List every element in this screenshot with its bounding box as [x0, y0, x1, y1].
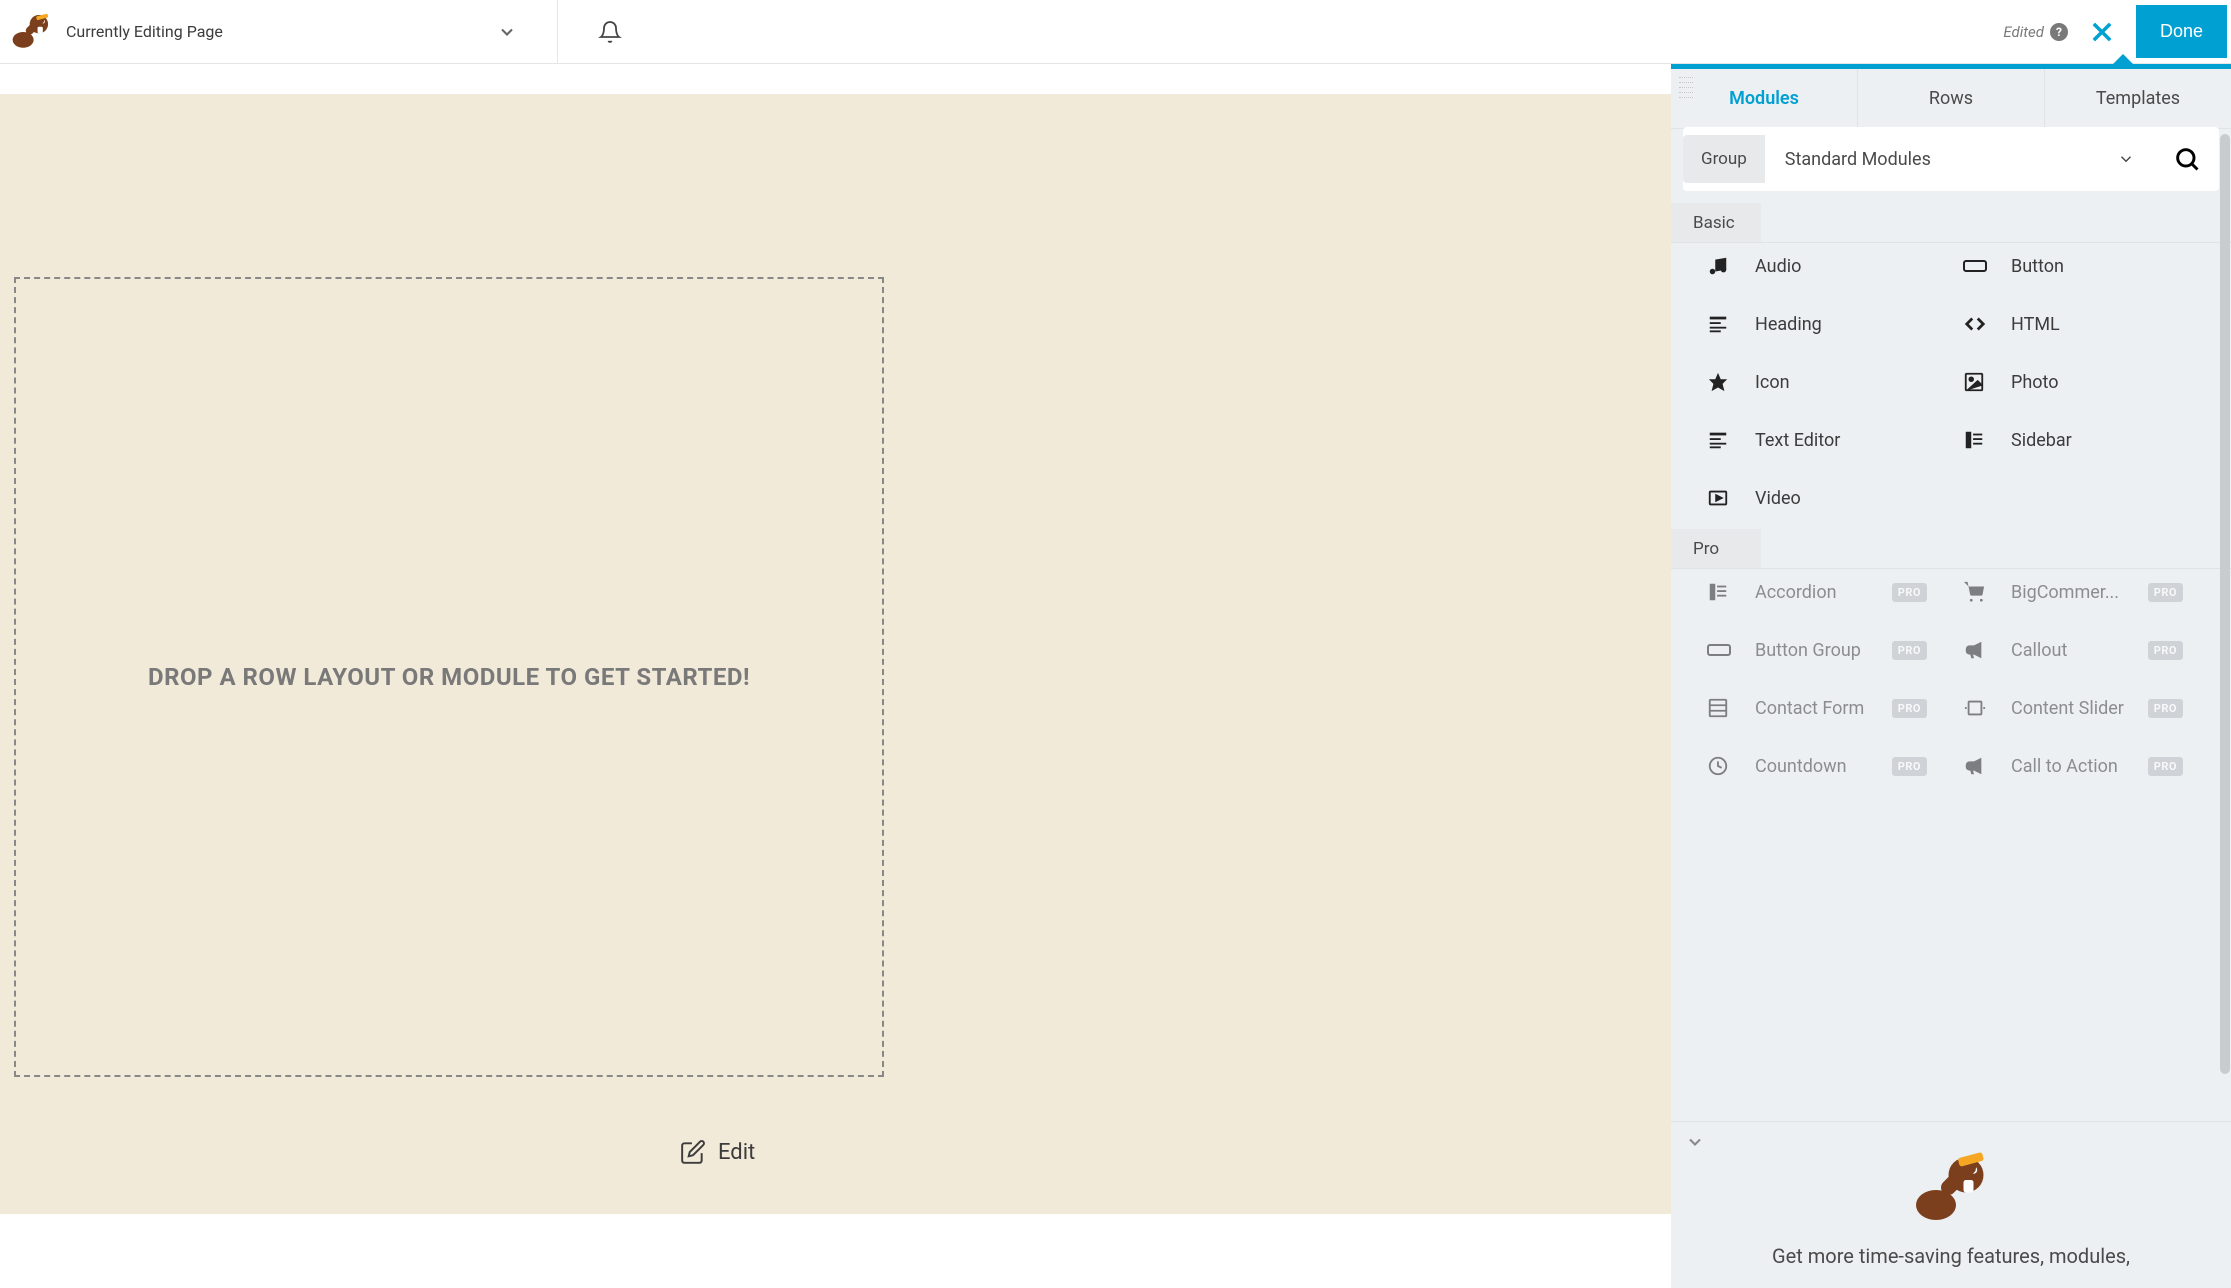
group-label[interactable]: Group	[1683, 135, 1765, 183]
panel-pointer	[2111, 54, 2135, 66]
title-dropdown-icon[interactable]	[497, 22, 517, 42]
module-heading[interactable]: Heading	[1707, 313, 1953, 335]
edit-label: Edit	[718, 1140, 755, 1165]
top-bar-right: Edited ? Done	[2003, 5, 2231, 58]
basic-modules-grid: Audio Button Heading HTML Icon Photo Tex…	[1671, 243, 2231, 529]
megaphone-icon	[1963, 639, 1989, 661]
module-callout[interactable]: CalloutPRO	[1963, 639, 2209, 661]
drop-zone-text: DROP A ROW LAYOUT OR MODULE TO GET START…	[148, 663, 750, 691]
module-filter: Group Standard Modules	[1683, 127, 2219, 191]
module-button-group[interactable]: Button GroupPRO	[1707, 639, 1953, 661]
module-audio[interactable]: Audio	[1707, 255, 1953, 277]
pro-badge: PRO	[1892, 757, 1927, 776]
pro-badge: PRO	[2148, 699, 2183, 718]
audio-icon	[1707, 255, 1733, 277]
clock-icon	[1707, 755, 1733, 777]
photo-icon	[1963, 371, 1989, 393]
panel-scrollbar[interactable]	[2220, 134, 2230, 1184]
module-bigcommerce[interactable]: BigCommer...PRO	[1963, 581, 2209, 603]
module-photo[interactable]: Photo	[1963, 371, 2209, 393]
search-icon	[2173, 145, 2201, 173]
top-bar-left: Currently Editing Page	[10, 0, 622, 64]
tab-templates[interactable]: Templates	[2045, 69, 2231, 128]
module-countdown[interactable]: CountdownPRO	[1707, 755, 1953, 777]
divider	[557, 0, 558, 64]
text-icon	[1707, 429, 1733, 451]
panel-drag-handle[interactable]	[1679, 77, 1693, 99]
pro-badge: PRO	[1892, 641, 1927, 660]
module-sidebar[interactable]: Sidebar	[1963, 429, 2209, 451]
video-icon	[1707, 487, 1733, 509]
section-basic-header: Basic	[1671, 203, 2231, 243]
heading-icon	[1707, 313, 1733, 335]
module-group-select[interactable]: Standard Modules	[1765, 149, 2155, 170]
done-button[interactable]: Done	[2136, 5, 2227, 58]
module-button[interactable]: Button	[1963, 255, 2209, 277]
promo-collapse-icon[interactable]	[1685, 1132, 1705, 1152]
module-icon[interactable]: Icon	[1707, 371, 1953, 393]
form-icon	[1707, 697, 1733, 719]
module-call-to-action[interactable]: Call to ActionPRO	[1963, 755, 2209, 777]
pro-badge: PRO	[2148, 641, 2183, 660]
promo-panel: Get more time-saving features, modules,	[1671, 1121, 2231, 1288]
cart-icon	[1963, 581, 1989, 603]
help-icon[interactable]: ?	[2050, 23, 2068, 41]
button-icon	[1963, 257, 1989, 275]
tab-rows[interactable]: Rows	[1858, 69, 2044, 128]
drop-zone[interactable]: DROP A ROW LAYOUT OR MODULE TO GET START…	[14, 277, 884, 1077]
top-bar: Currently Editing Page Edited ? Done	[0, 0, 2231, 64]
module-video[interactable]: Video	[1707, 487, 1953, 509]
edit-link[interactable]: Edit	[680, 1139, 755, 1165]
module-contact-form[interactable]: Contact FormPRO	[1707, 697, 1953, 719]
accordion-icon	[1707, 581, 1733, 603]
chevron-down-icon	[2117, 150, 2135, 168]
search-button[interactable]	[2155, 145, 2219, 173]
promo-text: Get more time-saving features, modules,	[1703, 1244, 2199, 1268]
pro-modules-grid: AccordionPRO BigCommer...PRO Button Grou…	[1671, 569, 2231, 797]
tab-modules[interactable]: Modules	[1671, 69, 1857, 128]
promo-logo	[1911, 1150, 1991, 1230]
pro-badge: PRO	[2148, 757, 2183, 776]
module-html[interactable]: HTML	[1963, 313, 2209, 335]
close-panel-icon[interactable]	[2088, 18, 2116, 46]
app-logo[interactable]	[10, 11, 52, 53]
pro-badge: PRO	[1892, 583, 1927, 602]
module-accordion[interactable]: AccordionPRO	[1707, 581, 1953, 603]
module-group-value: Standard Modules	[1785, 149, 1931, 170]
page-title[interactable]: Currently Editing Page	[66, 22, 223, 41]
title-controls	[497, 0, 622, 64]
megaphone-icon	[1963, 755, 1989, 777]
notifications-icon[interactable]	[598, 20, 622, 44]
button-group-icon	[1707, 641, 1733, 659]
section-pro-header: Pro	[1671, 529, 2231, 569]
edit-icon	[680, 1139, 706, 1165]
module-content-slider[interactable]: Content SliderPRO	[1963, 697, 2209, 719]
star-icon	[1707, 371, 1733, 393]
panel-body[interactable]: Basic Audio Button Heading HTML Icon Pho…	[1671, 203, 2231, 1121]
pro-badge: PRO	[2148, 583, 2183, 602]
edited-status[interactable]: Edited ?	[2003, 23, 2068, 41]
slider-icon	[1963, 697, 1989, 719]
content-panel: Modules Rows Templates Group Standard Mo…	[1671, 64, 2231, 1288]
sidebar-icon	[1963, 429, 1989, 451]
html-icon	[1963, 313, 1989, 335]
module-text-editor[interactable]: Text Editor	[1707, 429, 1953, 451]
panel-tabs: Modules Rows Templates	[1671, 69, 2231, 129]
pro-badge: PRO	[1892, 699, 1927, 718]
edited-label: Edited	[2003, 23, 2044, 41]
